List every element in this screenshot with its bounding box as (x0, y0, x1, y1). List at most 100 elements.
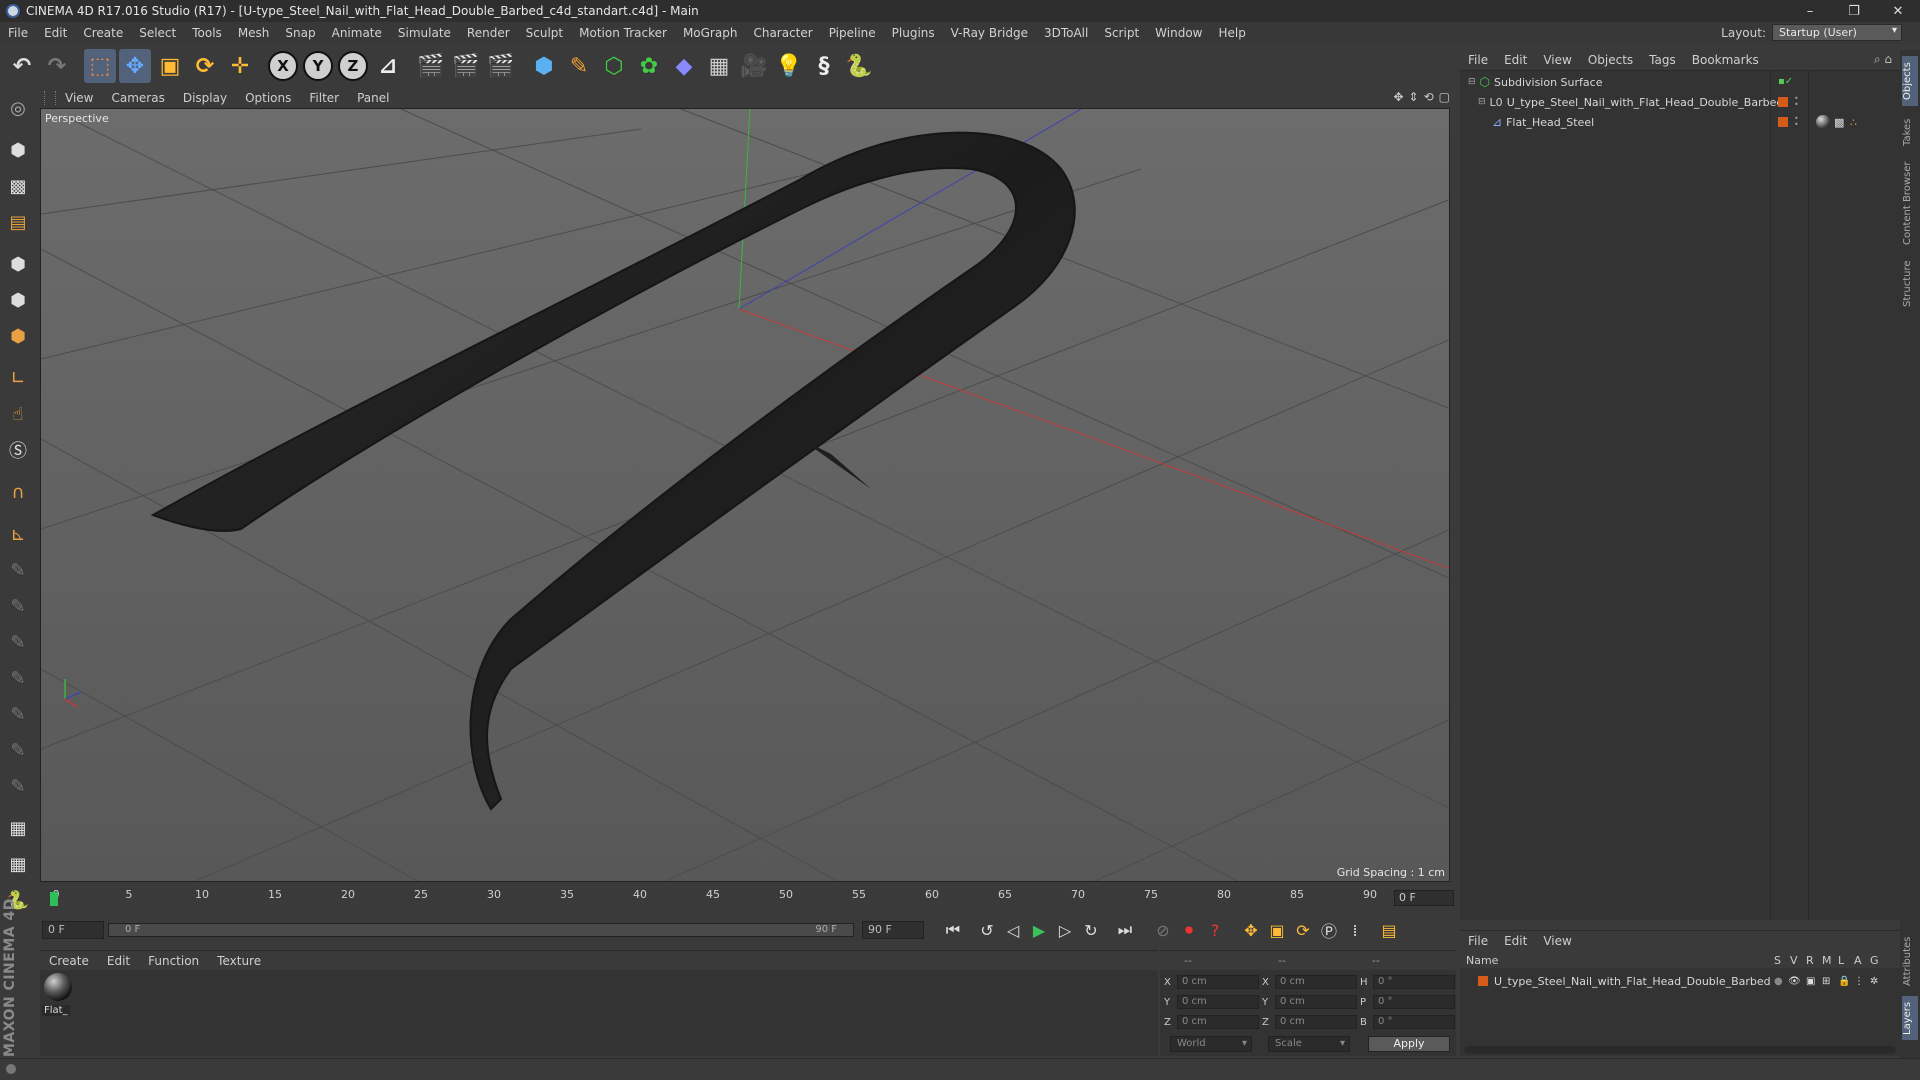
key-pla-button[interactable]: ⁞ (1342, 917, 1368, 943)
orbit-icon[interactable]: ⟲ (1424, 90, 1434, 104)
subdivision-surface-button[interactable]: ⬡ (598, 49, 630, 83)
maximize-view-icon[interactable]: ▢ (1439, 90, 1450, 104)
menu-plugins[interactable]: Plugins (884, 26, 943, 40)
phong-tag-icon[interactable]: ∴ (1850, 116, 1857, 129)
cloner-button[interactable]: ✿ (633, 49, 665, 83)
position-z-field[interactable]: 0 cm (1177, 1015, 1259, 1029)
model-mode-button[interactable]: ⬢ (3, 134, 33, 166)
menu-sculpt[interactable]: Sculpt (518, 26, 571, 40)
camera-button[interactable]: 🎥 (738, 49, 770, 83)
material-menu-edit[interactable]: Edit (98, 954, 139, 968)
om-menu-edit[interactable]: Edit (1496, 53, 1535, 67)
rotation-b-field[interactable]: 0 ° (1373, 1015, 1455, 1029)
menu-tools[interactable]: Tools (184, 26, 230, 40)
animation-icon[interactable]: ⋮ (1854, 976, 1864, 987)
size-z-field[interactable]: 0 cm (1275, 1015, 1357, 1029)
end-frame-field[interactable]: 90 F (862, 921, 924, 939)
generator-icon[interactable]: ✲ (1870, 976, 1878, 987)
texture-mode-button[interactable]: ▩ (3, 170, 33, 202)
start-frame-field[interactable]: 0 F (42, 921, 104, 939)
size-x-field[interactable]: 0 cm (1275, 975, 1357, 989)
menu-script[interactable]: Script (1096, 26, 1147, 40)
material-menu-function[interactable]: Function (139, 954, 208, 968)
sculpt-tool-3-button[interactable]: ✎ (3, 626, 33, 658)
menu-help[interactable]: Help (1210, 26, 1253, 40)
om-search-icon[interactable]: ⌕ ⌂ (1874, 52, 1892, 67)
visibility-dots-icon[interactable]: • • (1794, 95, 1799, 109)
autokey-button[interactable]: ⏺ (1176, 917, 1202, 943)
viewport-menu-options[interactable]: Options (236, 91, 300, 105)
menu-animate[interactable]: Animate (324, 26, 390, 40)
position-x-field[interactable]: 0 cm (1177, 975, 1259, 989)
viewport-menu-cameras[interactable]: Cameras (102, 91, 173, 105)
manager-icon[interactable]: ⊞ (1822, 976, 1830, 987)
render-picture-viewer-button[interactable]: 🎬 (450, 49, 482, 83)
tab-structure[interactable]: Structure (1902, 254, 1918, 314)
collapse-icon[interactable]: ⊟ (1478, 97, 1486, 107)
sculpt-tool-1-button[interactable]: ✎ (3, 554, 33, 586)
position-y-field[interactable]: 0 cm (1177, 995, 1259, 1009)
coordinate-system-button[interactable]: ⊿ (372, 49, 404, 83)
pan-icon[interactable]: ✥ (1393, 90, 1403, 104)
render-icon[interactable]: ▣ (1806, 976, 1815, 987)
tab-layers[interactable]: Layers (1902, 996, 1918, 1040)
viewport-menu-view[interactable]: View (56, 91, 102, 105)
playhead-marker[interactable] (50, 892, 58, 906)
cube-object-button[interactable]: ⬢ (528, 49, 560, 83)
sculpt-tool-6-button[interactable]: ✎ (3, 734, 33, 766)
python-button[interactable]: 🐍 (843, 49, 875, 83)
grid-snap-button[interactable]: ▦ (3, 848, 33, 880)
material-name[interactable]: Flat_ (42, 1005, 70, 1016)
layer-color-tag[interactable] (1778, 117, 1788, 127)
om-menu-view[interactable]: View (1535, 53, 1579, 67)
om-menu-objects[interactable]: Objects (1580, 53, 1641, 67)
menu-mesh[interactable]: Mesh (230, 26, 278, 40)
make-editable-button[interactable]: ◎ (3, 92, 33, 124)
sculpt-tool-5-button[interactable]: ✎ (3, 698, 33, 730)
workplane-mode-button[interactable]: ▤ (3, 206, 33, 238)
record-position-button[interactable]: ⊘ (1150, 917, 1176, 943)
polygons-mode-button[interactable]: ⬢ (3, 320, 33, 352)
enabled-check-icon[interactable]: ▪✓ (1778, 77, 1793, 87)
menu-motion-tracker[interactable]: Motion Tracker (571, 26, 675, 40)
recent-tools-button[interactable]: ✛ (224, 49, 256, 83)
om-menu-file[interactable]: File (1460, 53, 1496, 67)
solo-dot-icon[interactable]: ● (1774, 976, 1783, 987)
menu-file[interactable]: File (0, 26, 36, 40)
layout-select[interactable]: Startup (User) (1772, 24, 1902, 41)
material-menu-texture[interactable]: Texture (208, 954, 270, 968)
y-axis-lock-button[interactable]: Y (302, 49, 334, 83)
menu-snap[interactable]: Snap (277, 26, 323, 40)
layer-horizontal-scrollbar[interactable] (1464, 1046, 1896, 1054)
snap-button[interactable]: Ⓢ (3, 434, 33, 466)
lock-icon[interactable]: 🔒 (1838, 976, 1850, 987)
coordinate-space-dropdown[interactable]: World (1170, 1036, 1252, 1052)
grid-lock-button[interactable]: ▦ (3, 812, 33, 844)
play-button[interactable]: ▶ (1026, 917, 1052, 943)
render-settings-button[interactable]: 🎬 (485, 49, 517, 83)
viewport-menu-panel[interactable]: Panel (348, 91, 398, 105)
layer-row[interactable]: U_type_Steel_Nail_with_Flat_Head_Double_… (1460, 972, 1900, 990)
menu-character[interactable]: Character (745, 26, 820, 40)
layer-color-swatch[interactable] (1478, 976, 1488, 986)
tab-objects[interactable]: Objects (1902, 56, 1918, 106)
redo-button[interactable]: ↷ (41, 49, 73, 83)
tab-content-browser[interactable]: Content Browser (1902, 158, 1918, 248)
previous-frame-button[interactable]: ◁ (1000, 917, 1026, 943)
rotate-tool-button[interactable]: ⟳ (189, 49, 221, 83)
go-to-start-button[interactable]: ⏮ (940, 917, 966, 943)
lm-menu-edit[interactable]: Edit (1496, 934, 1535, 948)
restore-button[interactable]: ❐ (1832, 0, 1876, 22)
x-axis-lock-button[interactable]: X (267, 49, 299, 83)
menu-pipeline[interactable]: Pipeline (821, 26, 884, 40)
floor-button[interactable]: ▦ (703, 49, 735, 83)
tweak-mode-button[interactable]: ☝ (3, 398, 33, 430)
material-tag-icon[interactable] (1816, 115, 1830, 129)
current-frame-field[interactable]: 0 F (1394, 890, 1454, 906)
script-button[interactable]: § (808, 49, 840, 83)
previous-key-button[interactable]: ↺ (974, 917, 1000, 943)
z-axis-lock-button[interactable]: Z (337, 49, 369, 83)
size-y-field[interactable]: 0 cm (1275, 995, 1357, 1009)
dolly-icon[interactable]: ⇕ (1409, 90, 1419, 104)
scale-tool-button[interactable]: ▣ (154, 49, 186, 83)
